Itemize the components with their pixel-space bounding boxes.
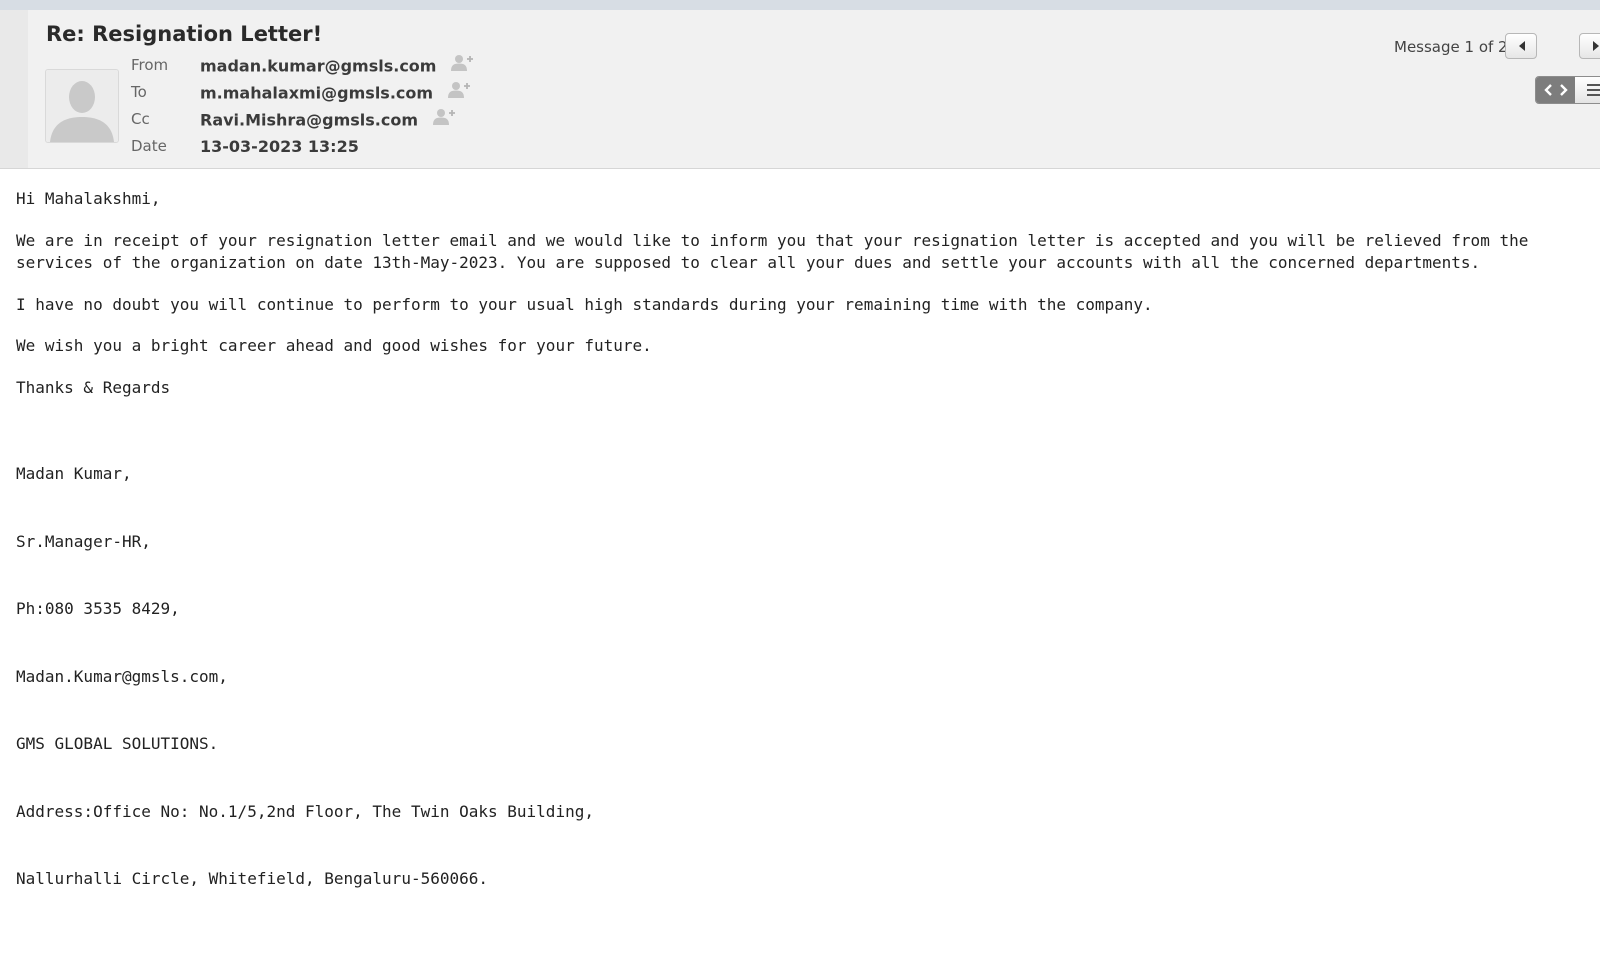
from-value-row: madan.kumar@gmsls.com — [200, 54, 476, 78]
message-counter: Message 1 of 2 — [1394, 38, 1508, 56]
view-toggle-group — [1535, 76, 1600, 104]
triangle-right-icon — [1593, 41, 1599, 51]
signature-line: Madan.Kumar@gmsls.com, — [16, 666, 228, 686]
user-silhouette-icon — [46, 70, 118, 142]
source-view-button[interactable] — [1536, 77, 1575, 103]
signature-block: Madan Kumar, Sr.Manager-HR, Ph:080 3535 … — [16, 418, 1586, 936]
top-strip — [0, 0, 1600, 10]
signature-line: GMS GLOBAL SOLUTIONS. — [16, 734, 219, 753]
signature-line: Ph:080 3535 8429, — [16, 599, 180, 618]
body-paragraph: We wish you a bright career ahead and go… — [16, 336, 652, 355]
lines-icon — [1587, 84, 1600, 96]
from-label: From — [131, 56, 169, 74]
date-label: Date — [131, 137, 167, 155]
previous-message-button[interactable] — [1505, 33, 1537, 59]
cc-value-row: Ravi.Mishra@gmsls.com — [200, 108, 458, 132]
signature-line: Nallurhalli Circle, Whitefield, Bengalur… — [16, 869, 489, 888]
next-message-button[interactable] — [1579, 33, 1600, 59]
code-brackets-icon — [1544, 84, 1568, 96]
closing-text: Thanks & Regards — [16, 377, 171, 397]
cc-address[interactable]: Ravi.Mishra@gmsls.com — [200, 111, 418, 130]
sender-avatar — [45, 69, 119, 143]
add-contact-icon[interactable] — [432, 108, 458, 130]
to-label: To — [131, 83, 147, 101]
triangle-left-icon — [1519, 41, 1525, 51]
message-subject: Re: Resignation Letter! — [46, 22, 323, 46]
add-contact-icon[interactable] — [450, 54, 476, 76]
cc-label: Cc — [131, 110, 150, 128]
header-left-band — [0, 10, 28, 168]
greeting-text: Hi Mahalakshmi, — [16, 189, 161, 208]
signature-line: Madan Kumar, — [16, 464, 132, 483]
message-body: Hi Mahalakshmi, We are in receipt of you… — [16, 188, 1586, 955]
to-value-row: m.mahalaxmi@gmsls.com — [200, 81, 473, 105]
message-header: Re: Resignation Letter! From madan.kumar… — [0, 10, 1600, 169]
body-paragraph: We are in receipt of your resignation le… — [16, 230, 1538, 273]
text-view-button[interactable] — [1575, 77, 1600, 103]
to-address[interactable]: m.mahalaxmi@gmsls.com — [200, 84, 433, 103]
signature-line: Address:Office No: No.1/5,2nd Floor, The… — [16, 801, 594, 821]
from-address[interactable]: madan.kumar@gmsls.com — [200, 57, 436, 76]
add-contact-icon[interactable] — [447, 81, 473, 103]
date-value: 13-03-2023 13:25 — [200, 137, 359, 156]
body-paragraph: I have no doubt you will continue to per… — [16, 294, 1153, 314]
signature-line: Sr.Manager-HR, — [16, 531, 151, 551]
